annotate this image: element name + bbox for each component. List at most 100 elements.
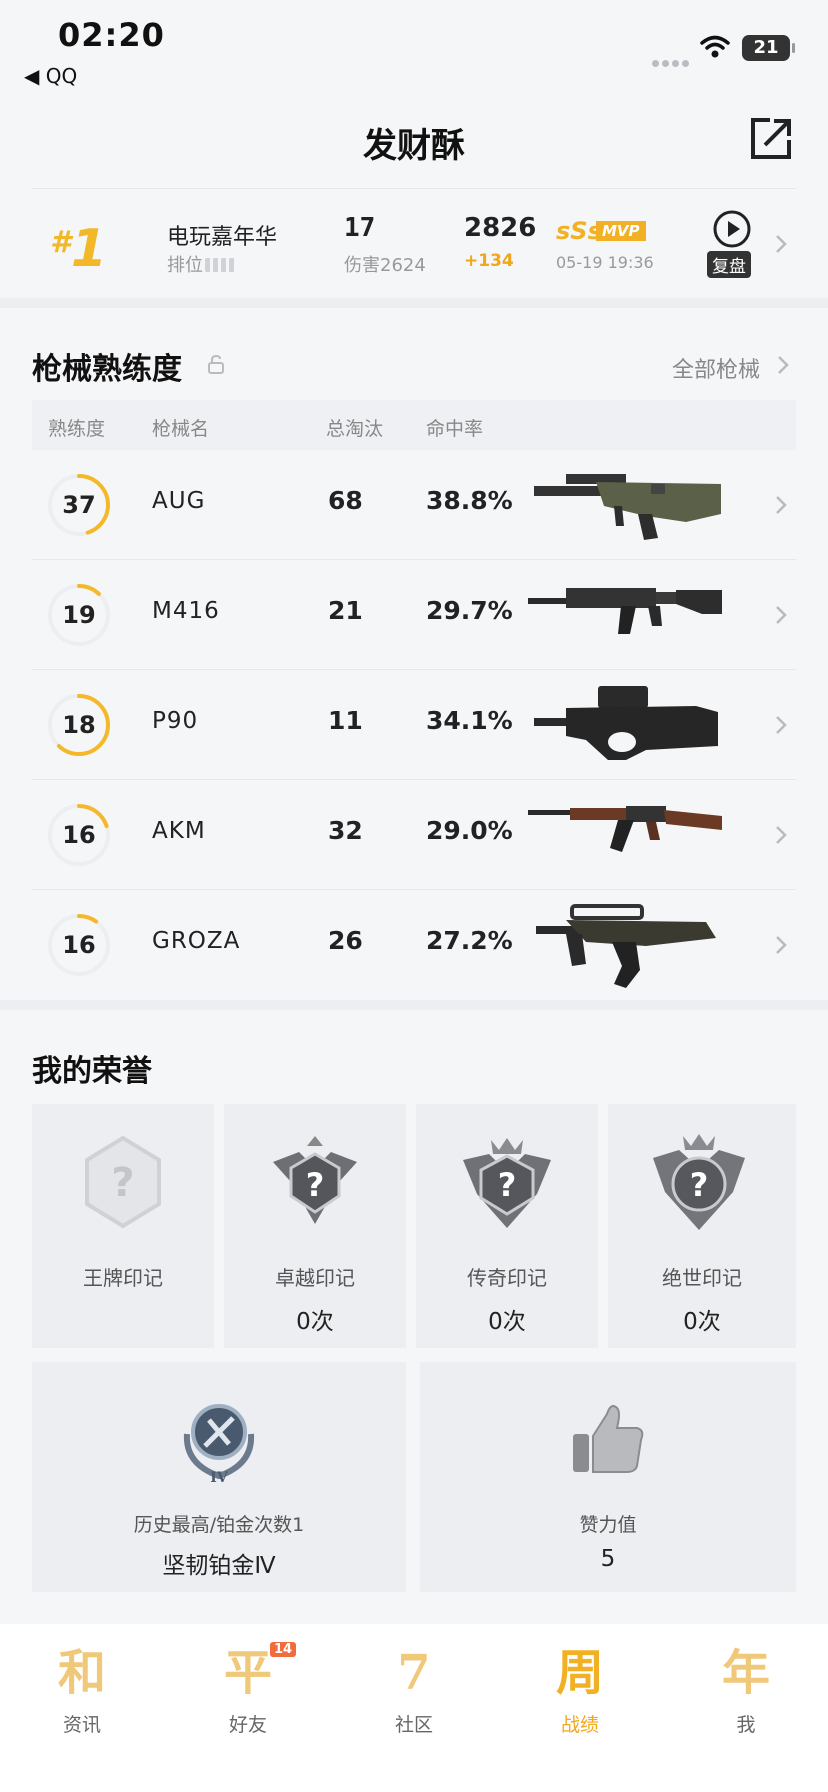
tab-label: 社区: [394, 1714, 433, 1736]
clock: 02:20: [58, 16, 165, 54]
weapon-level: 37: [62, 491, 96, 519]
header-weapon-name: 枪械名: [152, 418, 210, 440]
lock-icon: [208, 354, 224, 374]
honor-card-peerless[interactable]: ? 绝世印记 0次: [608, 1104, 796, 1348]
weapon-section-title: 枪械熟练度: [32, 352, 182, 387]
recent-match-row[interactable]: #1 电玩嘉年华 排位 17 伤害2624 2826 +134 sSs MVP …: [32, 188, 796, 298]
weapon-kills: 68: [328, 486, 363, 515]
tab-record-icon: 周: [555, 1645, 604, 1701]
honor-count: 0次: [683, 1309, 721, 1335]
tier-card[interactable]: IV 历史最高/铂金次数1 坚韧铂金Ⅳ: [32, 1362, 406, 1592]
rank-badge: #1: [50, 219, 108, 279]
tab-label: 资讯: [62, 1714, 101, 1736]
help-badge-icon: ?: [273, 1136, 357, 1224]
tab-label: 好友: [228, 1714, 267, 1736]
weapon-kills: 21: [328, 596, 363, 625]
honors-section-title: 我的荣誉: [32, 1054, 152, 1089]
chevron-right-icon: [776, 606, 787, 624]
honor-name: 王牌印记: [83, 1266, 163, 1290]
tab-news[interactable]: 和 资讯: [22, 1638, 142, 1748]
honor-count: 0次: [296, 1309, 334, 1335]
svg-text:?: ?: [306, 1166, 325, 1204]
weapon-name: GROZA: [152, 928, 241, 954]
weapon-kills: 11: [328, 706, 363, 735]
share-icon[interactable]: [748, 116, 794, 162]
section-divider: [0, 298, 828, 308]
chevron-right-icon: [776, 235, 787, 253]
weapon-row[interactable]: 18 P90 11 34.1%: [32, 670, 796, 780]
p90-smg-image: [534, 686, 718, 760]
tab-label: 我: [736, 1714, 756, 1736]
weapon-row[interactable]: 37 AUG 68 38.8%: [32, 450, 796, 560]
tab-me[interactable]: 年 我: [686, 1638, 806, 1748]
match-grade: sSs: [556, 217, 602, 245]
team-size-icon: [205, 258, 237, 272]
replay-icon[interactable]: [712, 209, 752, 249]
weapon-level: 19: [62, 601, 96, 629]
weapon-kills: 32: [328, 816, 363, 845]
tab-friends[interactable]: 平 14 好友: [188, 1638, 308, 1748]
aug-rifle-image: [534, 474, 721, 540]
header-proficiency: 熟练度: [48, 418, 106, 440]
weapon-name: M416: [152, 598, 220, 624]
weapon-hit-rate: 29.0%: [426, 816, 513, 845]
wifi-icon: [700, 35, 730, 58]
weapon-kills: 26: [328, 926, 363, 955]
match-kills: 17: [344, 213, 376, 243]
chevron-right-icon[interactable]: [776, 354, 790, 376]
bottom-tab-bar: 和 资讯 平 14 好友 7 社区 周 战绩 年 我: [0, 1624, 828, 1792]
svg-text:?: ?: [690, 1166, 709, 1204]
status-bar: 02:20 ◀ QQ 21: [0, 0, 828, 96]
match-damage: 伤害2624: [344, 255, 426, 276]
chevron-right-icon: [776, 496, 787, 514]
all-weapons-link[interactable]: 全部枪械: [672, 352, 760, 384]
weapon-name: AUG: [152, 488, 206, 514]
platinum-tier-icon: IV: [183, 1404, 255, 1484]
svg-text:?: ?: [111, 1160, 134, 1206]
weapon-name: AKM: [152, 818, 206, 844]
notification-badge: 14: [270, 1642, 297, 1657]
section-divider: [0, 1000, 828, 1010]
signal-icon: [652, 52, 692, 67]
header-total-kills: 总淘汰: [326, 418, 384, 440]
help-badge-icon: ?: [463, 1138, 551, 1228]
likes-label: 赞力值: [579, 1514, 637, 1536]
tab-record[interactable]: 周 战绩: [520, 1638, 640, 1748]
thumbs-up-icon: [573, 1405, 644, 1473]
chevron-right-icon: [776, 936, 787, 954]
header-hit-rate: 命中率: [426, 418, 484, 440]
honor-name: 传奇印记: [467, 1266, 547, 1290]
match-mode: 电玩嘉年华: [167, 225, 278, 250]
mvp-badge: MVP: [596, 221, 646, 241]
match-score-delta: +134: [464, 251, 514, 271]
weapon-row[interactable]: 19 M416 21 29.7%: [32, 560, 796, 670]
honor-card-ace[interactable]: ? 王牌印记: [32, 1104, 214, 1348]
match-time: 05-19 19:36: [556, 253, 654, 272]
tab-friends-icon: 平: [223, 1645, 272, 1701]
tier-label: 历史最高/铂金次数1: [133, 1514, 305, 1536]
honor-card-excellent[interactable]: ? 卓越印记 0次: [224, 1104, 406, 1348]
weapon-level: 18: [62, 711, 96, 739]
groza-rifle-image: [536, 904, 716, 988]
weapon-name: P90: [152, 708, 199, 734]
replay-button[interactable]: 复盘: [707, 251, 751, 278]
weapon-row[interactable]: 16 GROZA 26 27.2%: [32, 890, 796, 1000]
chevron-right-icon: [776, 826, 787, 844]
tab-label: 战绩: [560, 1714, 599, 1736]
weapon-hit-rate: 38.8%: [426, 486, 513, 515]
svg-text:?: ?: [498, 1166, 517, 1204]
page-title: 发财酥: [363, 126, 465, 166]
honor-name: 绝世印记: [662, 1266, 742, 1290]
battery-indicator: 21: [742, 35, 795, 61]
likes-card[interactable]: 赞力值 5: [420, 1362, 796, 1592]
akm-rifle-image: [528, 806, 722, 852]
match-mode-type: 排位: [167, 251, 237, 277]
weapon-hit-rate: 27.2%: [426, 926, 513, 955]
svg-text:IV: IV: [210, 1470, 229, 1484]
tab-community[interactable]: 7 社区: [354, 1638, 474, 1748]
back-to-app-link[interactable]: ◀ QQ: [24, 64, 77, 88]
chevron-right-icon: [776, 716, 787, 734]
match-score: 2826: [464, 213, 537, 243]
honor-card-legend[interactable]: ? 传奇印记 0次: [416, 1104, 598, 1348]
weapon-row[interactable]: 16 AKM 32 29.0%: [32, 780, 796, 890]
